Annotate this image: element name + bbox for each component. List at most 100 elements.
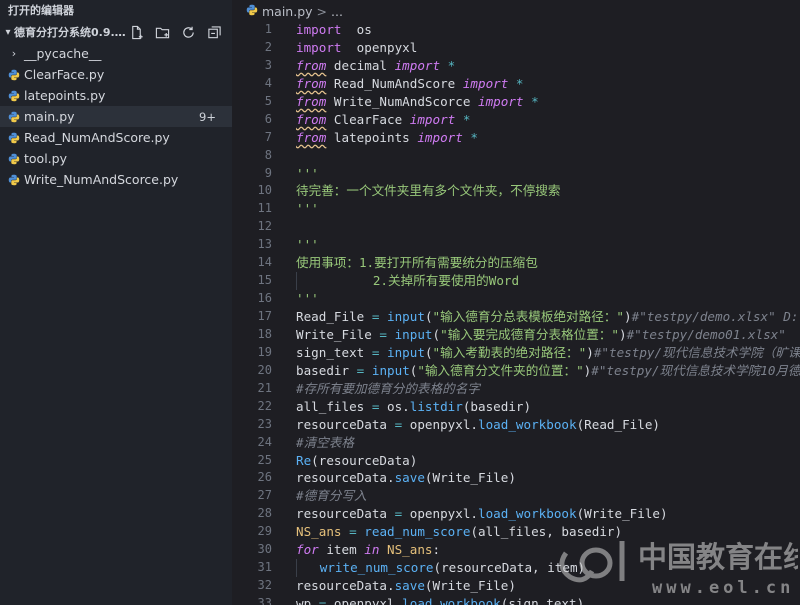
- code-line[interactable]: 21 #存所有要加德育分的表格的名字: [232, 380, 800, 398]
- code-text: resourceData.save(Write_File): [272, 469, 516, 487]
- watermark-cn: 中国教育在线: [638, 540, 798, 574]
- code-line[interactable]: 22 all_files = os.listdir(basedir): [232, 398, 800, 416]
- refresh-icon[interactable]: [178, 23, 198, 41]
- code-token: Read_File: [296, 309, 372, 324]
- code-token: load_workbook: [402, 596, 501, 605]
- tree-item-latepoints[interactable]: latepoints.py: [0, 85, 232, 106]
- code-token: #"testpy/现代信息技术学院（旷课: [593, 344, 800, 360]
- code-token: import: [417, 129, 463, 145]
- breadcrumb-more[interactable]: ...: [331, 4, 343, 19]
- code-line[interactable]: 2 import openpyxl: [232, 39, 800, 57]
- code-token: Read_NumAndScore: [326, 75, 463, 91]
- code-token: basedir: [296, 362, 357, 378]
- code-token: *: [508, 75, 524, 91]
- breadcrumb-file[interactable]: main.py: [262, 4, 313, 19]
- code-line[interactable]: 5 from Write_NumAndScorce import *: [232, 93, 800, 111]
- code-text: from Write_NumAndScorce import *: [272, 93, 539, 111]
- code-text: ''': [272, 200, 319, 218]
- code-line[interactable]: 14 使用事项：1.要打开所有需要统分的压缩包: [232, 254, 800, 272]
- tree-item-clearface[interactable]: ClearFace.py: [0, 64, 232, 85]
- new-folder-icon[interactable]: [152, 23, 172, 41]
- code-line[interactable]: 1 import os: [232, 21, 800, 39]
- code-text: write_num_score(resourceData, item): [272, 559, 585, 578]
- tree-item-write-numandscorce[interactable]: Write_NumAndScorce.py: [0, 169, 232, 190]
- code-text: 2.关掉所有要使用的Word: [272, 272, 519, 291]
- eol-watermark-logo: 中国教育在线 www.eol.cn: [559, 540, 798, 598]
- code-line[interactable]: 25 Re(resourceData): [232, 452, 800, 470]
- code-editor[interactable]: main.py > ... 1 import os 2 import openpyxl…: [232, 0, 800, 605]
- code-token: import: [478, 93, 524, 109]
- code-line[interactable]: 16 ''': [232, 290, 800, 308]
- tree-item-label: main.py: [24, 109, 75, 124]
- code-token: from: [296, 111, 327, 127]
- code-line[interactable]: 11 ''': [232, 200, 800, 218]
- code-token: from: [296, 129, 327, 145]
- code-lines[interactable]: 1 import os 2 import openpyxl 3 from decimal …: [232, 21, 800, 605]
- code-line[interactable]: 10 待完善：一个文件夹里有多个文件夹，不停搜索: [232, 182, 800, 200]
- line-number: 7: [264, 129, 272, 144]
- code-token: (Write_File): [424, 578, 516, 594]
- code-token: os.: [379, 398, 410, 414]
- code-token: from: [296, 57, 327, 73]
- code-line[interactable]: 13 ''': [232, 236, 800, 254]
- code-line[interactable]: 27 #德育分写入: [232, 487, 800, 505]
- code-line[interactable]: 7 from latepoints import *: [232, 129, 800, 147]
- code-line[interactable]: 8: [232, 147, 800, 165]
- code-line[interactable]: 3 from decimal import *: [232, 57, 800, 75]
- chevron-down-icon[interactable]: ▾: [2, 27, 14, 38]
- code-line[interactable]: 19 sign_text = input("输入考勤表的绝对路径：")#"test…: [232, 344, 800, 362]
- code-token: all_files: [296, 398, 372, 414]
- code-token: wp: [296, 596, 319, 605]
- code-token: (Write_File): [424, 470, 516, 486]
- line-number: 4: [264, 75, 272, 90]
- code-line[interactable]: 17 Read_File = input("输入德育分总表模板绝对路径：")#"t…: [232, 308, 800, 326]
- tree-item-label: __pycache__: [24, 46, 102, 61]
- collapse-all-icon[interactable]: [204, 23, 224, 41]
- line-number: 12: [257, 219, 272, 234]
- python-file-icon: [6, 67, 22, 83]
- code-line[interactable]: 15 2.关掉所有要使用的Word: [232, 272, 800, 291]
- code-line[interactable]: 24 #清空表格: [232, 434, 800, 452]
- code-token: ''': [296, 165, 319, 181]
- tree-item-read-numandscore[interactable]: Read_NumAndScore.py: [0, 127, 232, 148]
- code-line[interactable]: 26 resourceData.save(Write_File): [232, 469, 800, 487]
- code-line[interactable]: 9 ''': [232, 165, 800, 183]
- code-line[interactable]: 6 from ClearFace import *: [232, 111, 800, 129]
- code-token: import: [296, 22, 342, 37]
- line-number: 3: [264, 57, 272, 72]
- code-token: load_workbook: [478, 416, 577, 432]
- code-token: 待完善：一个文件夹里有多个文件夹，不停搜索: [296, 183, 561, 199]
- tree-item-pycache[interactable]: › __pycache__: [0, 43, 232, 64]
- code-text: wp = openpyxl.load_workbook(sign_text): [272, 595, 584, 605]
- code-token: from: [296, 75, 327, 91]
- code-token: import: [409, 111, 456, 127]
- tree-item-main[interactable]: main.py 9+: [0, 106, 232, 127]
- code-line[interactable]: 28 resourceData = openpyxl.load_workbook(…: [232, 505, 800, 523]
- code-token: os: [341, 22, 372, 37]
- open-editors-section[interactable]: 打开的编辑器: [0, 1, 232, 21]
- line-number: 19: [257, 344, 272, 359]
- code-token: from: [296, 93, 327, 109]
- code-token: Write_NumAndScorce: [326, 93, 478, 109]
- line-number: 13: [257, 237, 272, 252]
- code-token: #存所有要加德育分的表格的名字: [296, 380, 480, 396]
- code-token: listdir: [409, 398, 463, 414]
- line-number: 6: [264, 111, 272, 126]
- line-number: 29: [257, 524, 272, 539]
- code-token: #"testpy/demo01.xlsx": [626, 326, 786, 342]
- tree-item-tool[interactable]: tool.py: [0, 148, 232, 169]
- code-text: from ClearFace import *: [272, 111, 470, 129]
- project-folder-header[interactable]: ▾ 德育分打分系统0.9.7.B...: [0, 21, 232, 43]
- code-line[interactable]: 20 basedir = input("输入德育分文件夹的位置：")#"testp…: [232, 362, 800, 380]
- code-line[interactable]: 18 Write_File = input("输入要完成德育分表格位置：")#"t…: [232, 326, 800, 344]
- code-text: Re(resourceData): [272, 452, 417, 470]
- code-token: read_num_score: [364, 524, 471, 540]
- code-line[interactable]: 23 resourceData = openpyxl.load_workbook(…: [232, 416, 800, 434]
- code-line[interactable]: 12: [232, 218, 800, 236]
- code-token: 使用事项：1.要打开所有需要统分的压缩包: [296, 255, 538, 271]
- new-file-icon[interactable]: [126, 23, 146, 41]
- code-line[interactable]: 4 from Read_NumAndScore import *: [232, 75, 800, 93]
- code-text: sign_text = input("输入考勤表的绝对路径：")#"testpy…: [272, 344, 800, 362]
